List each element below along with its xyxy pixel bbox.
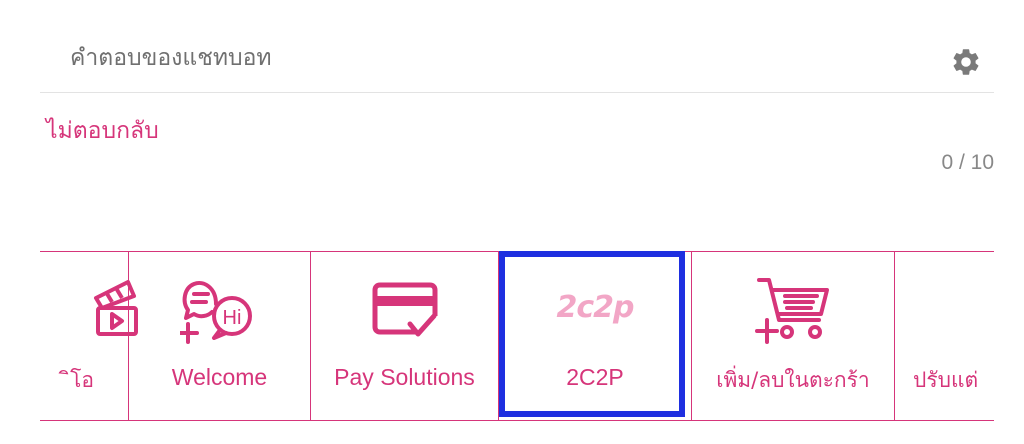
- tile-pay-solutions[interactable]: Pay Solutions: [311, 252, 499, 420]
- tile-label: ิโอ: [70, 368, 94, 392]
- 2c2p-logo: 2c2p: [556, 290, 634, 325]
- svg-text:Hi: Hi: [222, 307, 241, 329]
- cart-add-icon: [755, 278, 829, 344]
- reply-counter: 0 / 10: [941, 151, 994, 174]
- tile-cart[interactable]: เพิ่ม/ลบในตะกร้า: [692, 252, 895, 420]
- tile-label: Pay Solutions: [334, 364, 475, 390]
- gear-icon[interactable]: [950, 46, 982, 78]
- tile-customize[interactable]: ปรับแต่: [895, 252, 994, 420]
- tile-label: ปรับแต่: [913, 368, 979, 392]
- greeting-hi-icon: Hi: [179, 281, 252, 344]
- no-reply-label: ไม่ตอบกลับ: [46, 118, 159, 144]
- tile-video[interactable]: ิโอ: [40, 252, 138, 420]
- tile-label: Welcome: [171, 364, 268, 390]
- tile-label: เพิ่ม/ลบในตะกร้า: [716, 368, 870, 392]
- tile-label: 2C2P: [566, 364, 624, 390]
- tile-2c2p[interactable]: 2c2p 2C2P: [499, 252, 692, 420]
- card-check-icon: [372, 282, 437, 337]
- template-strip: ิโอ Hi Welcome Pay Solutions 2c2p 2C2P เ…: [40, 251, 994, 421]
- tile-welcome[interactable]: Hi Welcome: [129, 252, 311, 420]
- chatbot-header: คำตอบของแชทบอท: [40, 0, 994, 93]
- header-title: คำตอบของแชทบอท: [70, 45, 272, 71]
